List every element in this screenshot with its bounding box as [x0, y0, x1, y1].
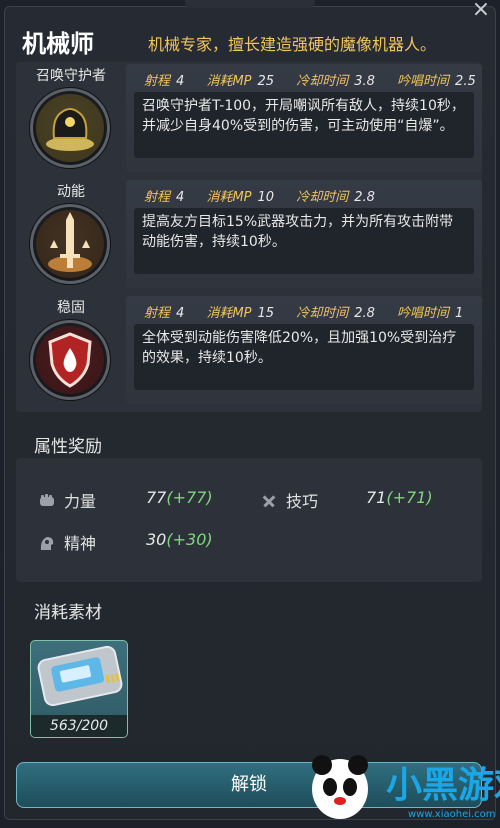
attribute-bonus: (+30): [166, 530, 213, 549]
attribute-strength: 力量: [38, 488, 96, 512]
materials-title: 消耗素材: [34, 603, 102, 623]
stat-label: 射程: [144, 190, 171, 205]
stat-label: 吟唱时间: [397, 306, 450, 321]
stat-value: 25: [257, 74, 275, 89]
stat-value: 15: [257, 306, 275, 321]
fist-icon: [38, 492, 56, 510]
skill-name: 召唤守护者: [36, 68, 106, 84]
material-count: 563/200: [31, 715, 127, 737]
stat-label: 消耗MP: [206, 74, 252, 89]
shield-icon[interactable]: [30, 320, 110, 400]
attribute-base: 77: [146, 488, 167, 507]
stat-value: 2.5: [455, 74, 476, 89]
skill-card: 射程 4 消耗MP 25 冷却时间 3.8 吟唱时间 2.5 召唤守护者T-100，开局…: [126, 64, 482, 172]
skill-name: 稳固: [57, 300, 85, 316]
attribute-bonus: (+77): [166, 488, 213, 507]
watermark-brand: 小黑游戏: [386, 765, 500, 806]
stat-label: 吟唱时间: [397, 74, 450, 89]
class-title: 机械师: [22, 30, 94, 58]
skill-item-kinetic[interactable]: 动能 射程 4 消耗MP 10 冷却时间 2.8 提高友方目标15%武器攻击力，并为所…: [16, 178, 482, 290]
attribute-label: 技巧: [286, 492, 319, 511]
attributes-box: 力量 77(+77) 技巧 71(+71) 精神 30(+30): [16, 458, 482, 582]
stat-label: 冷却时间: [296, 74, 349, 89]
attribute-label: 力量: [64, 492, 97, 511]
stat-value: 4: [176, 190, 185, 205]
attribute-spirit: 精神: [38, 530, 96, 554]
attributes-title: 属性奖励: [34, 437, 102, 457]
stat-value: 3.8: [354, 74, 375, 89]
skill-item-summon-guardian[interactable]: 召唤守护者 射程 4 消耗MP 25 冷却时间 3.8 吟唱时间 2.5 召唤守护者T-…: [16, 62, 482, 174]
skill-card: 射程 4 消耗MP 10 冷却时间 2.8 提高友方目标15%武器攻击力，并为所有攻击…: [126, 180, 482, 288]
sword-icon[interactable]: [30, 204, 110, 284]
attribute-spirit-value: 30(+30): [146, 530, 213, 549]
stat-label: 冷却时间: [296, 306, 349, 321]
attribute-base: 30: [146, 530, 167, 549]
skill-description: 全体受到动能伤害降低20%，且加强10%受到治疗的效果，持续10秒。: [134, 324, 474, 390]
stat-label: 消耗MP: [206, 306, 252, 321]
stat-value: 1: [455, 306, 464, 321]
skills-list: 召唤守护者 射程 4 消耗MP 25 冷却时间 3.8 吟唱时间 2.5 召唤守护者T-…: [16, 62, 482, 412]
skill-name: 动能: [57, 184, 85, 200]
attribute-skill-value: 71(+71): [366, 488, 433, 507]
skill-item-steadfast[interactable]: 稳固 射程 4 消耗MP 15 冷却时间 2.8 吟唱时间 1 全体受到动能伤害降低20…: [16, 294, 482, 406]
stat-label: 射程: [144, 74, 171, 89]
stat-label: 冷却时间: [296, 190, 349, 205]
class-description: 机械专家，擅长建造强硬的魔像机器人。: [148, 35, 437, 54]
watermark-logo: 小黑游戏 www.xiaohei.com: [300, 745, 500, 824]
attribute-base: 71: [366, 488, 387, 507]
stat-value: 4: [176, 306, 185, 321]
attribute-strength-value: 77(+77): [146, 488, 213, 507]
tools-icon: [260, 492, 278, 510]
skill-stats: 射程 4 消耗MP 15 冷却时间 2.8 吟唱时间 1: [144, 302, 481, 321]
stat-value: 2.8: [354, 306, 375, 321]
watermark-site: www.xiaohei.com: [408, 809, 496, 820]
head-icon: [38, 534, 56, 552]
top-tab-edge: [185, 0, 315, 8]
close-button[interactable]: ×: [470, 0, 492, 22]
skill-card: 射程 4 消耗MP 15 冷却时间 2.8 吟唱时间 1 全体受到动能伤害降低20%，且…: [126, 296, 482, 404]
stat-label: 射程: [144, 306, 171, 321]
skill-description: 提高友方目标15%武器攻击力，并为所有攻击附带动能伤害，持续10秒。: [134, 208, 474, 274]
stat-label: 消耗MP: [206, 190, 252, 205]
stat-value: 4: [176, 74, 185, 89]
attribute-skill: 技巧: [260, 488, 318, 512]
skill-description: 召唤守护者T-100，开局嘲讽所有敌人，持续10秒，并减少自身40%受到的伤害，…: [134, 92, 474, 158]
guardian-icon[interactable]: [30, 88, 110, 168]
skill-stats: 射程 4 消耗MP 25 冷却时间 3.8 吟唱时间 2.5: [144, 70, 494, 89]
skill-stats: 射程 4 消耗MP 10 冷却时间 2.8: [144, 186, 393, 205]
stat-value: 10: [257, 190, 275, 205]
stat-value: 2.8: [354, 190, 375, 205]
attribute-label: 精神: [64, 534, 97, 553]
material-slot[interactable]: 563/200: [30, 640, 128, 738]
attribute-bonus: (+71): [386, 488, 433, 507]
